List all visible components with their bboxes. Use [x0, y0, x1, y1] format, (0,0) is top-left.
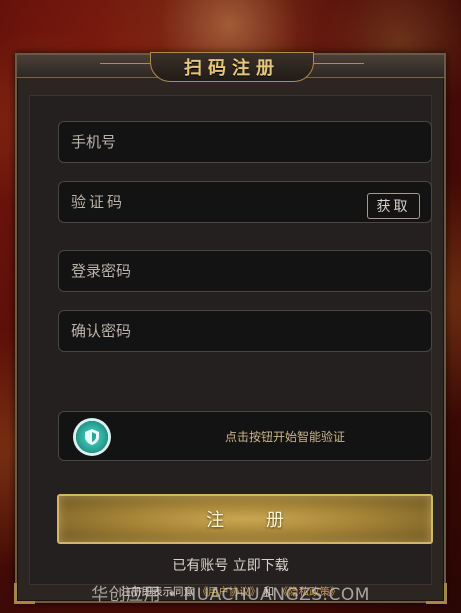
phone-field[interactable] — [58, 121, 432, 163]
confirm-password-input[interactable] — [59, 322, 431, 340]
register-button[interactable]: 注 册 — [57, 494, 433, 544]
title-ornament-right — [314, 63, 364, 64]
title-plaque: 扫码注册 — [150, 52, 314, 82]
verification-code-field[interactable]: 获取 — [58, 181, 432, 223]
page-title: 扫码注册 — [184, 58, 280, 79]
smart-verify-button[interactable]: 点击按钮开始智能验证 — [58, 411, 432, 461]
title-ornament-left — [100, 63, 150, 64]
confirm-password-field[interactable] — [58, 310, 432, 352]
password-input[interactable] — [59, 262, 431, 280]
form-container: 获取 点击按钮开始智能验证 注 册 已有账号 立即下载 注册即表示同意 《用户协… — [29, 95, 433, 598]
register-panel: 扫码注册 获取 点击按钮开始智能验证 注 册 — [14, 52, 447, 604]
register-button-label: 注 册 — [206, 510, 302, 531]
phone-input[interactable] — [59, 133, 431, 151]
download-link[interactable]: 已有账号 立即下载 — [30, 555, 431, 575]
watermark: 华创应用 • HUACHUANGZS.COM — [91, 585, 370, 605]
get-code-button[interactable]: 获取 — [367, 193, 420, 219]
smart-verify-label: 点击按钮开始智能验证 — [224, 429, 345, 444]
password-field[interactable] — [58, 250, 432, 292]
